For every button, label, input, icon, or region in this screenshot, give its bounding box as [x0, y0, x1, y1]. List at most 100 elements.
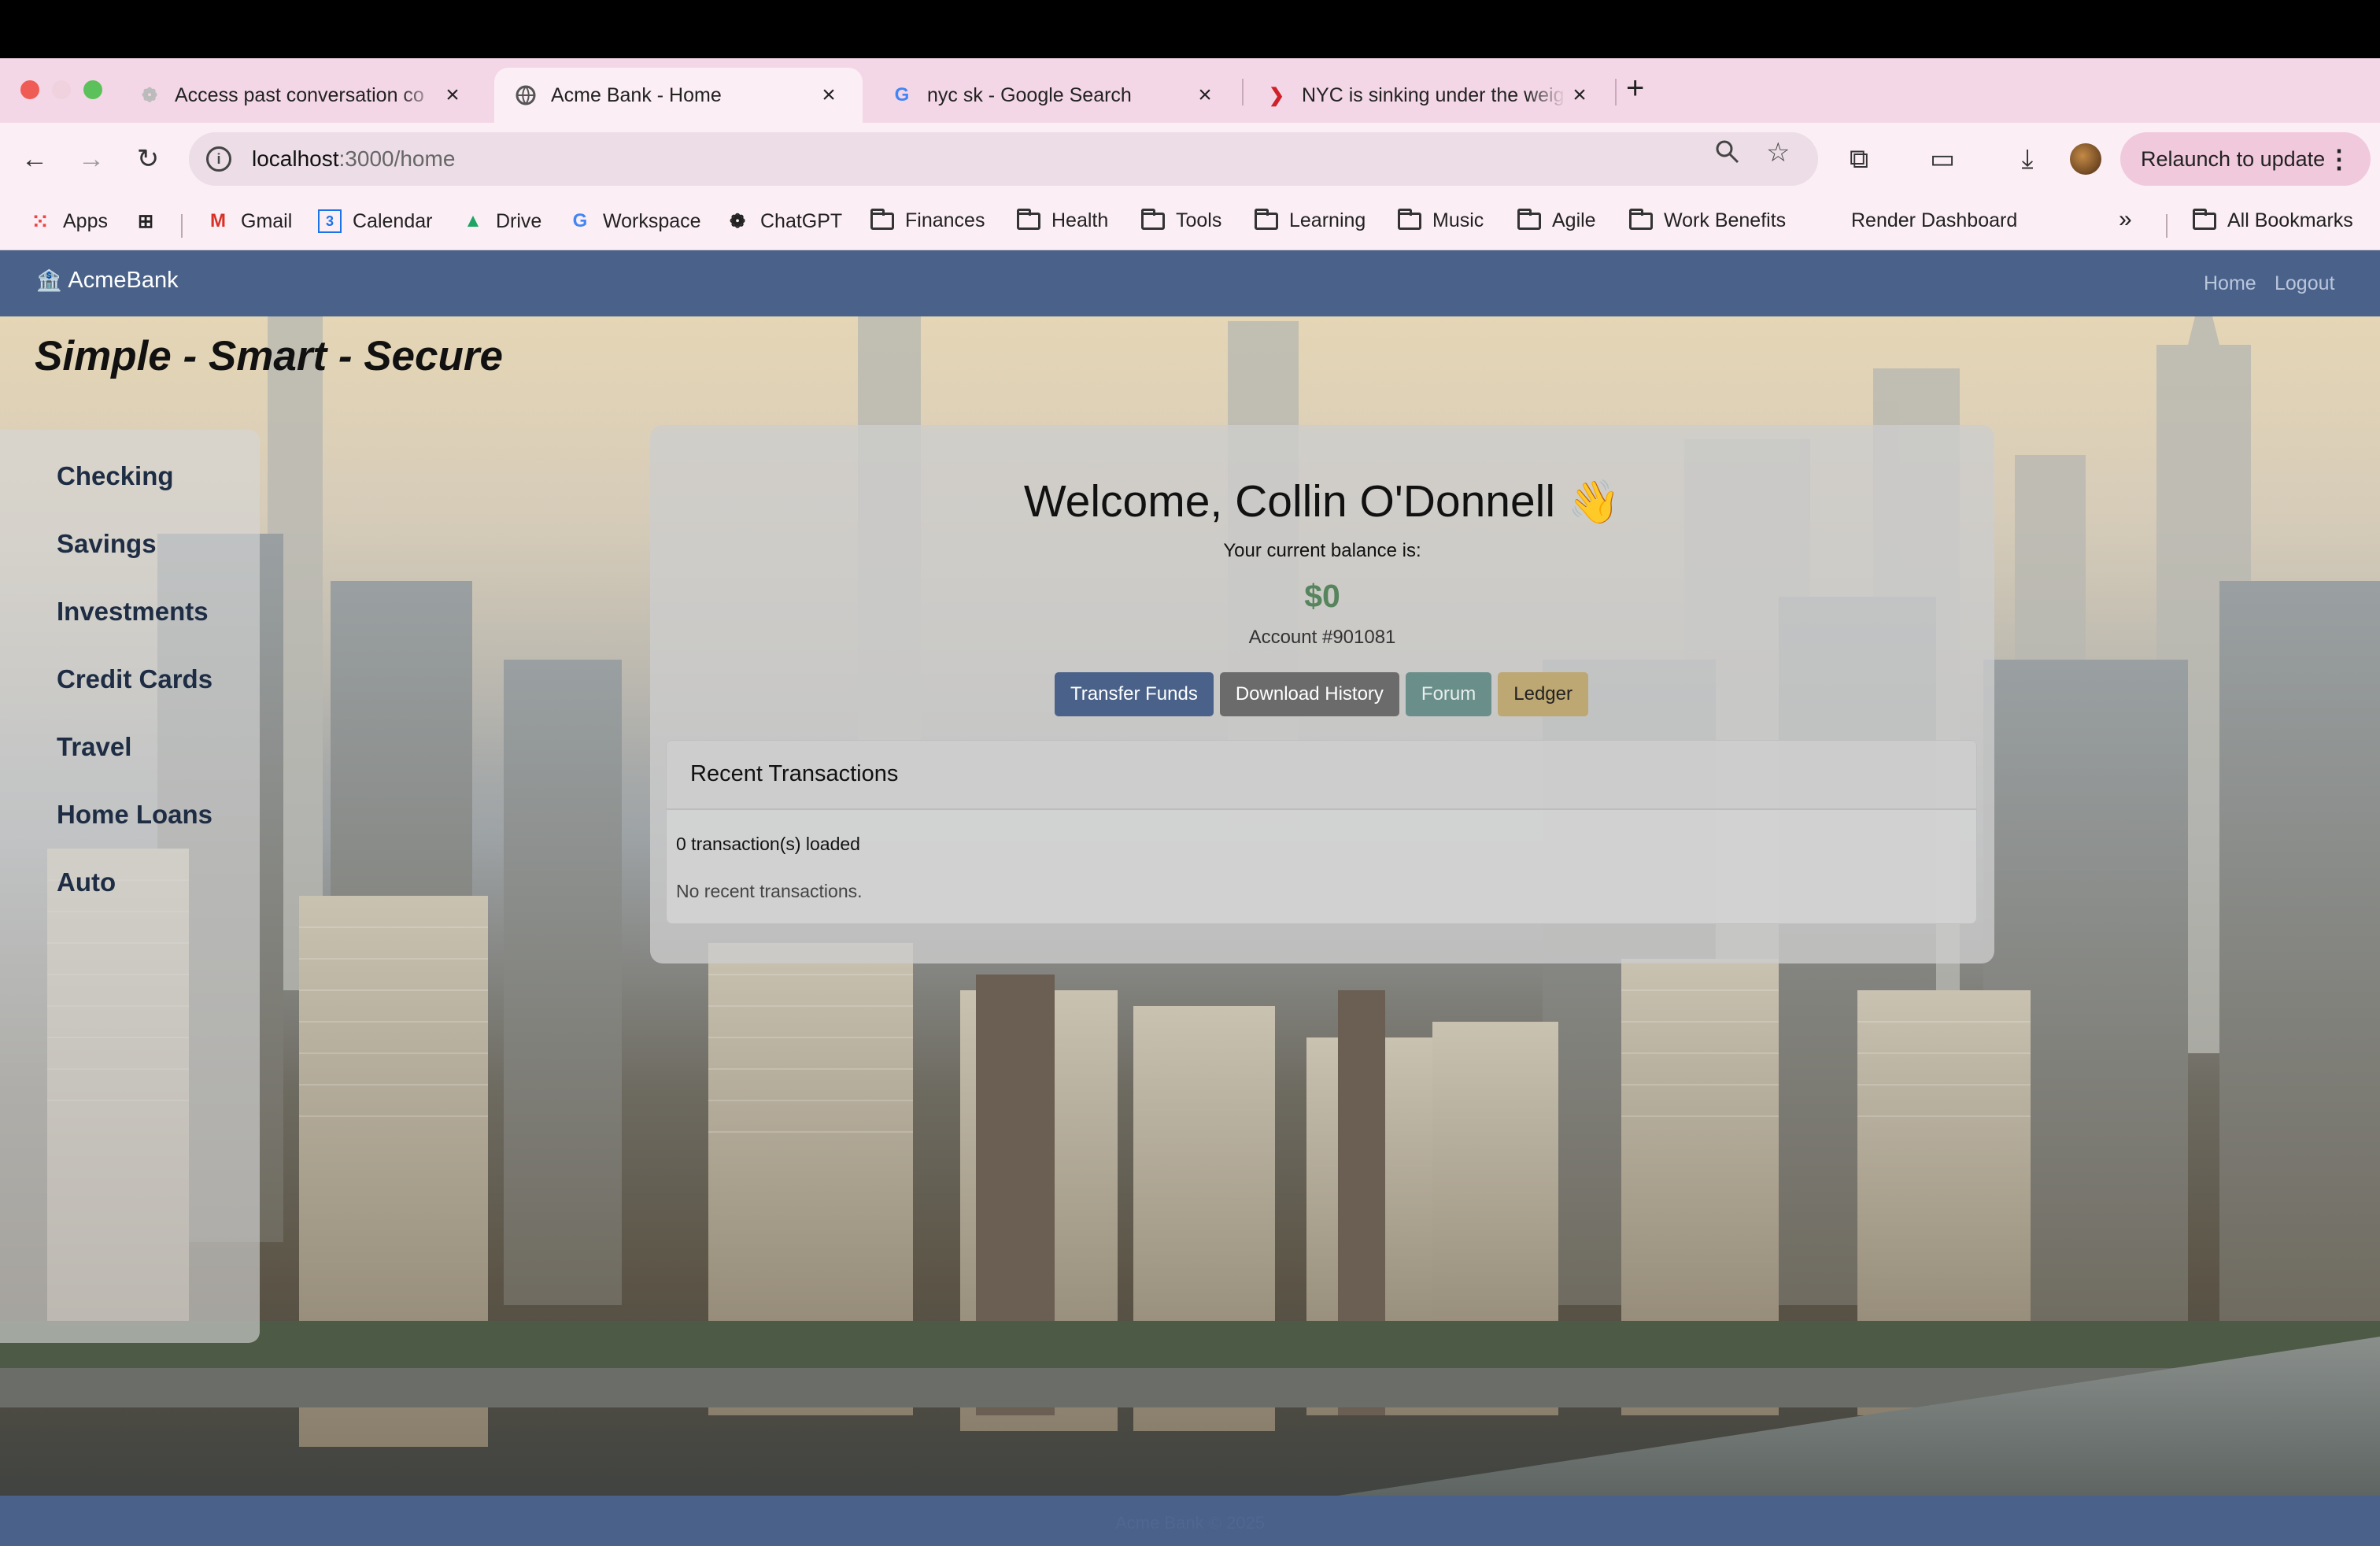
transfer-funds-button[interactable]: Transfer Funds	[1055, 672, 1214, 716]
google-icon: G	[894, 84, 910, 105]
download-history-button[interactable]: Download History	[1219, 672, 1399, 716]
tab-separator	[1615, 79, 1617, 105]
tab-news[interactable]: ❯ NYC is sinking under the weig ×	[1245, 68, 1613, 123]
bookmark-workspace[interactable]: G Workspace	[568, 209, 701, 233]
menu-bar-area	[0, 0, 2380, 58]
close-tab-icon[interactable]: ×	[815, 82, 842, 109]
bookmark-work-benefits[interactable]: Work Benefits	[1629, 208, 1786, 232]
address-bar[interactable]: i localhost:3000/home ☆	[189, 132, 1818, 186]
nav-logout-link[interactable]: Logout	[2275, 272, 2334, 295]
gmail-icon: M	[210, 210, 226, 231]
extensions-icon[interactable]: ⧉	[1837, 137, 1881, 181]
tab-chatgpt[interactable]: ❁ Access past conversation co ×	[118, 68, 486, 123]
brand-logo[interactable]: 🏦 AcmeBank	[36, 268, 179, 294]
tab-separator	[1242, 79, 1244, 105]
sidebar: Checking Savings Investments Credit Card…	[0, 430, 260, 1343]
back-arrow-icon[interactable]: ←	[13, 137, 57, 181]
transactions-header: Recent Transactions	[667, 741, 1976, 810]
profile-avatar[interactable]	[2070, 143, 2101, 175]
tab-acme-bank[interactable]: Acme Bank - Home ×	[494, 68, 863, 123]
folder-icon	[870, 208, 894, 230]
transactions-count: 0 transaction(s) loaded	[676, 834, 860, 854]
sidebar-item-savings[interactable]: Savings	[57, 529, 157, 559]
action-buttons: Transfer Funds Download History Forum Le…	[1055, 672, 1588, 716]
relaunch-button[interactable]: Relaunch to update ⋮	[2120, 132, 2371, 186]
sidebar-item-travel[interactable]: Travel	[57, 732, 131, 762]
bookmark-drive[interactable]: ▲ Drive	[461, 209, 541, 233]
close-tab-icon[interactable]: ×	[1566, 82, 1593, 109]
openai-icon: ❁	[729, 210, 746, 232]
recent-transactions-panel: Recent Transactions 0 transaction(s) loa…	[666, 740, 1977, 924]
news-icon: ❯	[1268, 84, 1285, 106]
bookmark-render-dashboard[interactable]: Render Dashboard	[1851, 209, 2017, 232]
sidebar-item-home-loans[interactable]: Home Loans	[57, 800, 213, 830]
kebab-menu-icon[interactable]: ⋮	[2326, 144, 2352, 174]
page-content: 🏦 AcmeBank Home Logout Simple - Smart - …	[0, 250, 2380, 1546]
close-tab-icon[interactable]: ×	[439, 82, 466, 109]
bookmark-all-bookmarks[interactable]: All Bookmarks	[2193, 208, 2353, 232]
folder-icon	[1517, 208, 1541, 230]
bank-icon: 🏦	[36, 268, 62, 292]
minimize-window-button[interactable]	[52, 80, 71, 99]
tab-google-search[interactable]: G nyc sk - Google Search ×	[870, 68, 1239, 123]
bookmark-finances[interactable]: Finances	[870, 208, 985, 232]
folder-icon	[1398, 208, 1421, 230]
bookmark-agile[interactable]: Agile	[1517, 208, 1596, 232]
zoom-window-button[interactable]	[83, 80, 102, 99]
account-number: Account #901081	[1248, 627, 1396, 648]
bookmark-chatgpt[interactable]: ❁ ChatGPT	[726, 209, 842, 233]
balance-amount: $0	[1304, 578, 1340, 614]
download-icon[interactable]: ⤓	[2005, 137, 2049, 181]
reload-icon[interactable]: ↻	[126, 137, 170, 181]
openai-icon: ❁	[141, 84, 158, 106]
bookmark-health[interactable]: Health	[1017, 208, 1108, 232]
bookmark-gmail[interactable]: M Gmail	[206, 209, 292, 233]
ledger-button[interactable]: Ledger	[1498, 672, 1588, 716]
welcome-heading: Welcome, Collin O'Donnell 👋	[1023, 476, 1621, 527]
close-tab-icon[interactable]: ×	[1192, 82, 1218, 109]
account-card: Welcome, Collin O'Donnell 👋 Your current…	[650, 425, 1994, 963]
waving-hand-icon: 👋	[1567, 479, 1621, 526]
sidebar-item-investments[interactable]: Investments	[57, 597, 209, 627]
folder-icon	[1629, 208, 1653, 230]
zoom-icon[interactable]	[1714, 139, 1741, 172]
bookmark-separator	[2166, 214, 2168, 238]
bookmark-music[interactable]: Music	[1398, 208, 1484, 232]
apps-grid-icon: ⁙	[31, 209, 50, 234]
sidebar-item-credit-cards[interactable]: Credit Cards	[57, 664, 213, 694]
nav-home-link[interactable]: Home	[2204, 272, 2256, 295]
bookmark-apps[interactable]: ⁙ Apps	[28, 209, 108, 234]
tab-strip: ❁ Access past conversation co × Acme Ban…	[0, 58, 2380, 123]
forward-arrow-icon[interactable]: →	[69, 137, 113, 181]
site-info-icon[interactable]: i	[206, 146, 231, 172]
forum-button[interactable]: Forum	[1405, 672, 1492, 716]
drive-icon: ▲	[464, 210, 482, 231]
folder-icon	[1255, 208, 1278, 230]
footer-text: Acme Bank © 2025	[1115, 1513, 1265, 1533]
site-navbar: 🏦 AcmeBank Home Logout	[0, 250, 2380, 316]
cast-icon[interactable]: ▭	[1920, 137, 1964, 181]
globe-icon	[515, 84, 537, 106]
close-window-button[interactable]	[20, 80, 39, 99]
bookmark-separator	[181, 214, 183, 238]
new-tab-button[interactable]: +	[1626, 71, 1644, 106]
slogan: Simple - Smart - Secure	[35, 333, 503, 379]
site-footer: Acme Bank © 2025	[0, 1496, 2380, 1546]
bookmarks-bar: ⁙ Apps ⊞ M Gmail 3 Calendar ▲ Drive G Workspa…	[0, 195, 2380, 250]
folder-icon	[2193, 208, 2216, 230]
bookmark-star-icon[interactable]: ☆	[1766, 137, 1790, 168]
sidebar-item-checking[interactable]: Checking	[57, 461, 174, 491]
bookmark-calendar[interactable]: 3 Calendar	[318, 209, 432, 233]
bookmark-tools[interactable]: Tools	[1141, 208, 1221, 232]
transactions-empty-message: No recent transactions.	[676, 881, 863, 901]
google-icon: G	[572, 210, 588, 231]
folder-icon	[1141, 208, 1165, 230]
bookmarks-overflow-button[interactable]: »	[2119, 206, 2132, 233]
folder-icon	[1017, 208, 1040, 230]
bookmark-tab-groups[interactable]: ⊞	[134, 209, 168, 233]
bookmark-learning[interactable]: Learning	[1255, 208, 1366, 232]
balance-label: Your current balance is:	[1223, 540, 1421, 561]
tab-groups-icon: ⊞	[137, 210, 154, 232]
sidebar-item-auto[interactable]: Auto	[57, 867, 116, 897]
calendar-icon: 3	[318, 209, 342, 233]
